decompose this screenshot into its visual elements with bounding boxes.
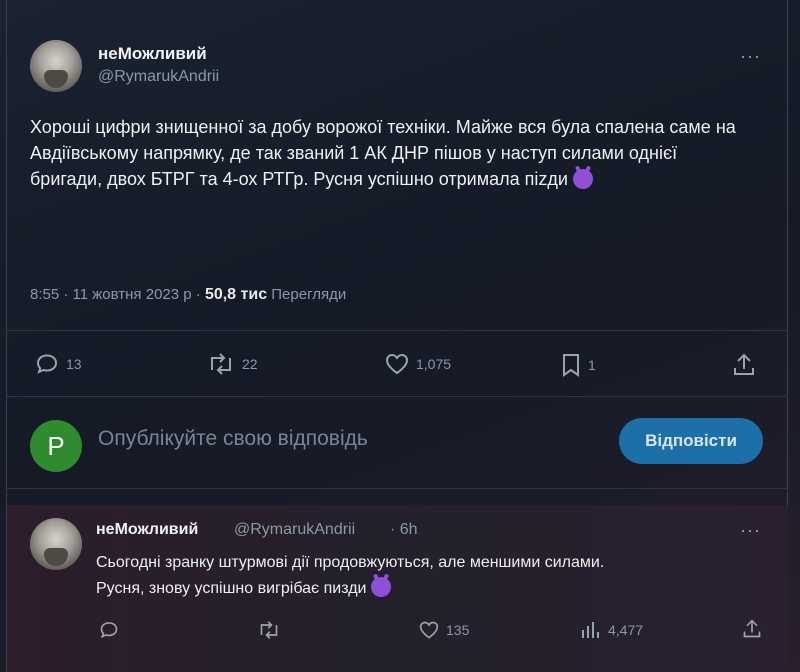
bookmark-count: 1 [588,357,596,373]
reply-views-count: 4,477 [608,622,644,638]
reply-reply-button[interactable] [98,620,120,640]
bookmark-icon [563,354,579,377]
bookmark-button[interactable]: 1 [560,352,596,378]
reply-icon [100,622,118,639]
share-button[interactable] [732,352,756,378]
reply-text-line1: Сьогодні зранку штурмові дії продовжують… [96,554,605,571]
author-avatar[interactable] [30,40,82,92]
retweet-icon [260,621,278,639]
divider [7,488,788,489]
author-handle[interactable]: @RymarukAndrii [98,68,219,86]
reply-count: 13 [66,356,82,372]
views-icon [582,622,599,638]
reply-author-avatar[interactable] [30,518,82,570]
like-button[interactable]: 1,075 [384,352,451,376]
views-label: Перегляди [271,286,347,303]
user-avatar[interactable]: P [30,420,82,472]
reply-submit-button[interactable]: Відповісти [619,418,763,464]
reply-text-line2-wrap: Русня, знову успішно вигрібає пизди [96,576,776,602]
reply-text: Сьогодні зранку штурмові дії продовжують… [96,550,776,602]
reply-icon [36,354,58,374]
reply-like-button[interactable]: 135 [418,620,469,640]
retweet-count: 22 [242,356,258,372]
like-count: 1,075 [416,356,452,372]
reply-button[interactable]: 13 [34,352,82,376]
reply-more-options-icon[interactable]: ··· [740,520,761,541]
tweet-meta: 8:55 · 11 жовтня 2023 р · 50,8 тис Перег… [30,286,346,304]
more-options-icon[interactable]: ··· [740,46,761,67]
tweet-text-body: Хороші цифри знищенної за добу ворожої т… [30,117,736,189]
reply-share-button[interactable] [742,618,762,640]
reply-author-handle[interactable]: @RymarukAndrii [234,521,355,539]
retweet-icon [211,353,231,375]
divider [7,330,788,331]
author-name[interactable]: неМожливий [98,44,207,64]
share-icon [734,353,754,375]
reply-views[interactable]: 4,477 [580,620,643,640]
share-icon [743,619,761,638]
heart-icon [385,353,409,375]
tweet-text: Хороші цифри знищенної за добу ворожої т… [30,114,750,192]
smiling-devil-emoji-icon [370,577,391,597]
tweet-timestamp[interactable]: 8:55 · 11 жовтня 2023 р · [30,286,201,303]
heart-icon [419,621,439,639]
smiling-devil-emoji-icon [572,169,593,189]
retweet-button[interactable]: 22 [206,352,258,376]
reply-text-line2: Русня, знову успішно вигрібає пизди [96,580,367,597]
reply-retweet-button[interactable] [256,620,282,640]
reply-timestamp[interactable]: · 6h [390,521,418,539]
divider [7,396,788,397]
views-count: 50,8 тис [204,286,268,303]
reply-input[interactable]: Опублікуйте свою відповідь [98,427,368,451]
reply-author-name[interactable]: неМожливий [96,521,198,539]
reply-like-count: 135 [446,622,470,638]
